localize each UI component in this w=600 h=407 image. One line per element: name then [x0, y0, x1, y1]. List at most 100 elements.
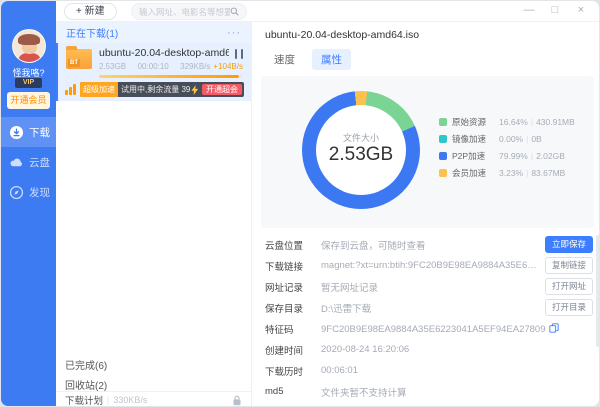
- sidebar-item-label: 云盘: [29, 155, 50, 170]
- property-value: 保存到云盘，可随时查看: [321, 238, 545, 252]
- copy-icon[interactable]: [549, 323, 559, 333]
- property-row: 云盘位置保存到云盘，可随时查看立即保存: [265, 234, 593, 255]
- sidebar-item-download[interactable]: 下载: [1, 117, 56, 147]
- download-item[interactable]: BT ubuntu-20.04-desktop-amd64.iso 2.53GB…: [56, 43, 251, 101]
- open-url-button[interactable]: 打开网址: [545, 278, 593, 295]
- property-value: 00:06:01: [321, 365, 593, 376]
- legend-item: 镜像加速 0.00%|0B: [439, 130, 575, 147]
- property-label: 保存目录: [265, 301, 321, 315]
- tab-speed[interactable]: 速度: [265, 49, 304, 70]
- file-size: 2.53GB: [99, 62, 126, 71]
- legend-swatch: [439, 152, 447, 160]
- progress-bar: [99, 75, 243, 78]
- sidebar: 怪我咯? VIP 开通会员 下载 云盘 发现: [1, 1, 56, 406]
- pause-button[interactable]: [235, 49, 243, 59]
- upgrade-membership-button[interactable]: 开通会员: [7, 92, 50, 109]
- chart-center-value: 2.53GB: [302, 144, 420, 166]
- property-row: 保存目录D:\迅雷下载打开目录: [265, 297, 593, 318]
- promo-pill: 超级加速 试用中,剩余流量 39M 开通超会: [80, 82, 244, 97]
- detail-tabs: 速度 属性: [265, 49, 351, 70]
- download-plan-label[interactable]: 下载计划: [65, 393, 103, 407]
- minimize-button[interactable]: —: [523, 3, 535, 18]
- legend-name: P2P加速: [452, 150, 494, 162]
- search-box: [131, 3, 247, 20]
- property-value: D:\迅雷下载: [321, 301, 545, 315]
- property-value: 2020-08-24 16:20:06: [321, 344, 593, 355]
- vip-badge: VIP: [15, 78, 42, 88]
- legend-swatch: [439, 169, 447, 177]
- property-label: 网址记录: [265, 280, 321, 294]
- legend-name: 原始资源: [452, 116, 494, 128]
- property-row: 网址记录暂无网址记录打开网址: [265, 276, 593, 297]
- legend-item: P2P加速79.99%|2.02GB: [439, 147, 575, 164]
- legend-swatch: [439, 135, 447, 143]
- legend-item: 原始资源 16.64%|430.91MB: [439, 113, 575, 130]
- property-label: 下载链接: [265, 259, 321, 273]
- progress-fill: [99, 75, 239, 78]
- boost-speed: +104B/s: [213, 62, 243, 71]
- topbar: + 新建 — □ ×: [56, 1, 599, 22]
- chart-center-label: 文件大小: [302, 131, 420, 144]
- download-item-title: ubuntu-20.04-desktop-amd64.iso: [99, 47, 229, 59]
- upgrade-super-vip-button[interactable]: 开通超会: [202, 84, 242, 95]
- legend-name: 会员加速: [452, 167, 494, 179]
- sidebar-item-cloud[interactable]: 云盘: [1, 147, 56, 177]
- property-row: 下载链接magnet:?xt=urn:btih:9FC20B9E98EA9884…: [265, 255, 593, 276]
- group-title: 正在下载(1): [66, 25, 118, 40]
- open-directory-button[interactable]: 打开目录: [545, 299, 593, 316]
- save-to-cloud-button[interactable]: 立即保存: [545, 236, 593, 253]
- scrollbar-thumb[interactable]: [596, 235, 599, 347]
- property-value: magnet:?xt=urn:btih:9FC20B9E98EA9884A35E…: [321, 260, 545, 271]
- legend-swatch: [439, 118, 447, 126]
- property-label: 特征码: [265, 322, 321, 336]
- lightning-icon: [191, 85, 199, 95]
- legend-name: 镜像加速: [452, 133, 494, 145]
- download-icon: [9, 125, 24, 140]
- detail-title: ubuntu-20.04-desktop-amd64.iso: [265, 29, 419, 41]
- sidebar-nav: 下载 云盘 发现: [1, 117, 56, 207]
- download-speed: 329KB/s: [180, 62, 210, 71]
- property-label: md5: [265, 386, 321, 397]
- property-row: 创建时间2020-08-24 16:20:06: [265, 339, 593, 360]
- boost-bars-icon: [65, 84, 76, 95]
- promo-highlight: 超级加速: [80, 82, 118, 97]
- property-value: 暂无网址记录: [321, 280, 545, 294]
- legend-value: 0.00%|0B: [499, 134, 542, 144]
- acceleration-promo: 超级加速 试用中,剩余流量 39M 开通超会: [65, 82, 244, 97]
- speed-group: 329KB/s+104B/s: [180, 62, 243, 71]
- more-icon[interactable]: ···: [227, 27, 241, 39]
- download-plan-bar: 下载计划 | 330KB/s: [56, 391, 251, 407]
- legend-value: 16.64%|430.91MB: [499, 117, 575, 127]
- window-controls: — □ ×: [523, 3, 587, 18]
- recycle-bin-link[interactable]: 回收站(2): [65, 377, 107, 392]
- property-row: 特征码9FC20B9E98EA9884A35E6223041A5EF94EA27…: [265, 318, 593, 339]
- lock-icon[interactable]: [232, 395, 242, 406]
- promo-text: 试用中,剩余流量 39M: [118, 84, 191, 95]
- time-remaining: 00:00:10: [138, 62, 169, 71]
- avatar[interactable]: [12, 29, 46, 63]
- sidebar-item-discover[interactable]: 发现: [1, 177, 56, 207]
- new-task-button[interactable]: + 新建: [64, 3, 117, 20]
- donut-chart: 文件大小 2.53GB: [302, 91, 420, 209]
- divider: |: [107, 395, 109, 405]
- maximize-button[interactable]: □: [549, 3, 561, 18]
- downloading-group-header: 正在下载(1) ···: [56, 22, 251, 43]
- search-input[interactable]: [139, 7, 230, 17]
- bt-badge: BT: [68, 59, 80, 67]
- copy-link-button[interactable]: 复制链接: [545, 257, 593, 274]
- property-label: 下载历时: [265, 364, 321, 378]
- completed-link[interactable]: 已完成(6): [65, 357, 107, 372]
- properties-list: 云盘位置保存到云盘，可随时查看立即保存下载链接magnet:?xt=urn:bt…: [265, 234, 593, 402]
- tab-properties[interactable]: 属性: [312, 49, 351, 70]
- avatar-art: [19, 53, 40, 63]
- close-button[interactable]: ×: [575, 3, 587, 18]
- file-size-chart-card: 文件大小 2.53GB 原始资源 16.64%|430.91MB 镜像加速 0.00%…: [261, 76, 594, 228]
- property-label: 云盘位置: [265, 238, 321, 252]
- property-row: md5文件夹暂不支持计算: [265, 381, 593, 402]
- app-window: 怪我咯? VIP 开通会员 下载 云盘 发现 + 新建 — □: [0, 0, 600, 407]
- cloud-icon: [9, 155, 24, 170]
- search-icon[interactable]: [230, 7, 239, 16]
- plan-speed-limit: 330KB/s: [113, 395, 228, 405]
- discover-icon: [9, 185, 24, 200]
- detail-panel: ubuntu-20.04-desktop-amd64.iso 速度 属性 文件大…: [251, 22, 600, 406]
